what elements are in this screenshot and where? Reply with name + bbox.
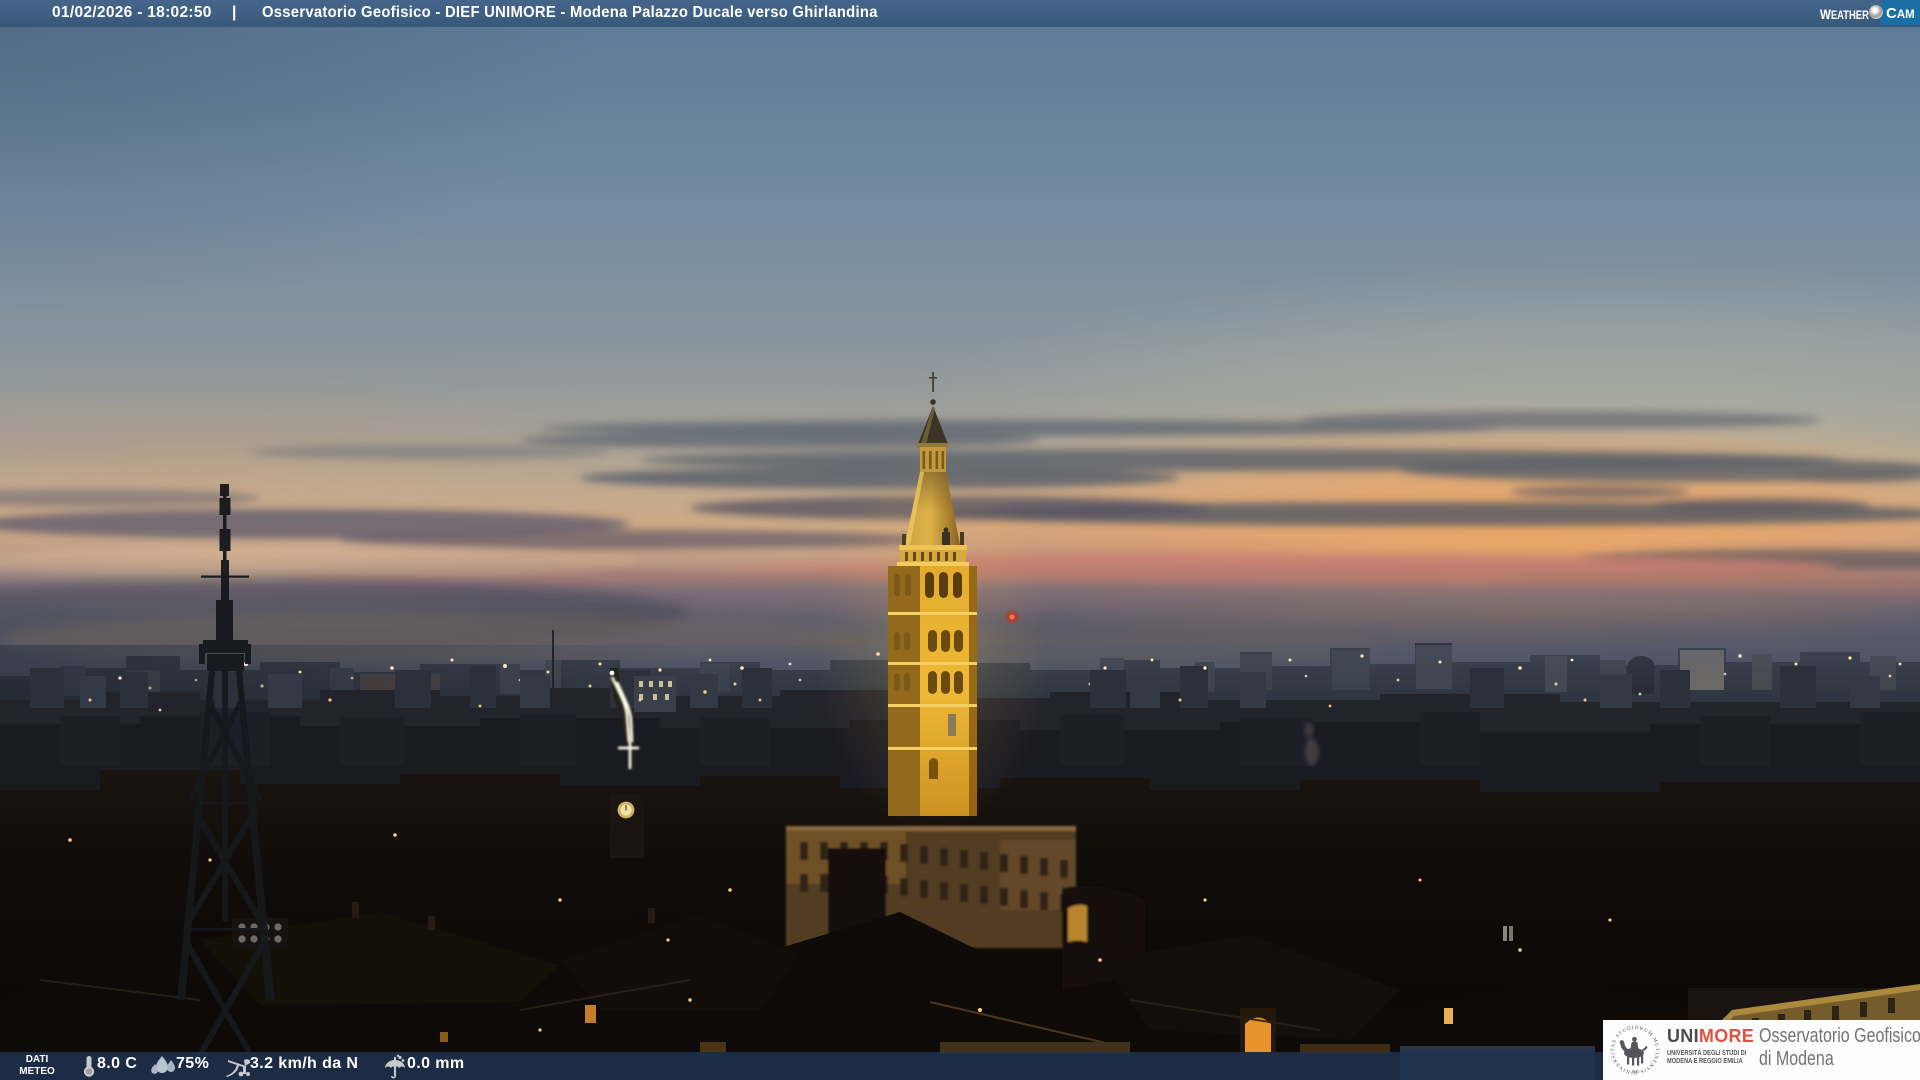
svg-text:1175: 1175 [1631, 1069, 1639, 1074]
